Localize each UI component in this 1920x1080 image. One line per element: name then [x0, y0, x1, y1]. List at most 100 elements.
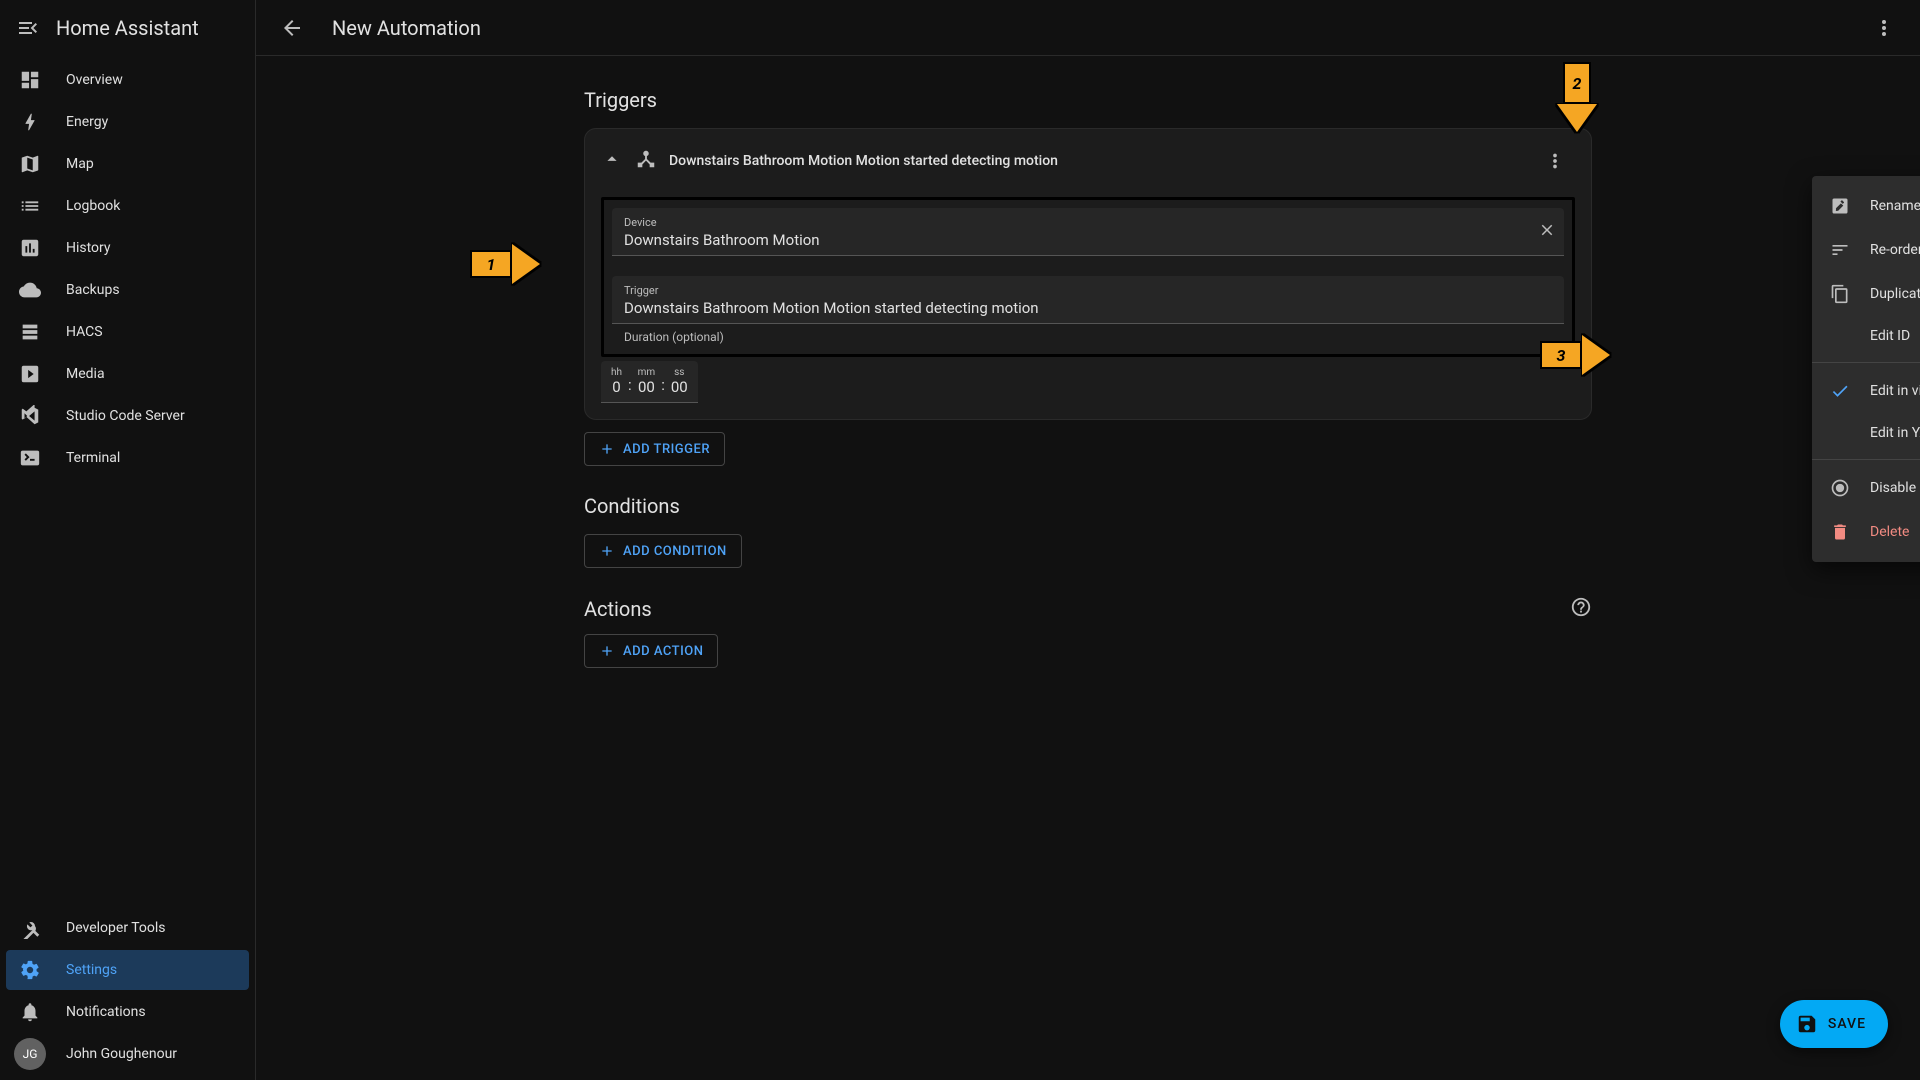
- menu-disable[interactable]: Disable: [1812, 466, 1920, 510]
- add-condition-button[interactable]: Add Condition: [584, 534, 742, 568]
- user-name: John Goughenour: [66, 1046, 177, 1062]
- add-trigger-button[interactable]: Add Trigger: [584, 432, 725, 466]
- sidebar-item-label: History: [66, 240, 111, 256]
- chart-icon: [18, 236, 42, 260]
- sidebar-item-terminal[interactable]: Terminal: [6, 438, 249, 478]
- sidebar-header: Home Assistant: [0, 0, 255, 56]
- gear-icon: [18, 958, 42, 982]
- sidebar-item-label: Energy: [66, 114, 108, 130]
- trigger-label: Trigger: [624, 284, 1552, 297]
- sidebar-nav: Overview Energy Map Logbook History Back…: [0, 56, 255, 902]
- overflow-button[interactable]: [1864, 8, 1904, 48]
- bell-icon: [18, 1000, 42, 1024]
- menu-label: Edit ID: [1870, 328, 1910, 344]
- menu-visual-editor[interactable]: Edit in visual editor: [1812, 369, 1920, 413]
- sidebar-item-label: Media: [66, 366, 105, 382]
- play-box-icon: [18, 362, 42, 386]
- sidebar-item-label: Map: [66, 156, 94, 172]
- save-icon: [1796, 1013, 1818, 1035]
- sidebar-item-label: Logbook: [66, 198, 120, 214]
- menu-reorder[interactable]: Re-order: [1812, 228, 1920, 272]
- hh-value: 0: [612, 378, 620, 396]
- sidebar-item-studio-code[interactable]: Studio Code Server: [6, 396, 249, 436]
- user-avatar: JG: [14, 1038, 46, 1070]
- triggers-heading: Triggers: [584, 88, 1592, 112]
- map-icon: [18, 152, 42, 176]
- menu-separator: [1812, 459, 1920, 460]
- highlighted-region: Device Downstairs Bathroom Motion Trigge…: [601, 197, 1575, 357]
- sidebar-item-overview[interactable]: Overview: [6, 60, 249, 100]
- copy-icon: [1830, 284, 1850, 304]
- topbar: New Automation: [256, 0, 1920, 56]
- hammer-icon: [18, 916, 42, 940]
- collapse-icon[interactable]: [601, 148, 623, 174]
- sidebar: Home Assistant Overview Energy Map Logbo…: [0, 0, 256, 1080]
- lightning-icon: [18, 110, 42, 134]
- ss-label: ss: [674, 367, 684, 378]
- menu-delete[interactable]: Delete: [1812, 510, 1920, 554]
- annotation-2: 2: [1557, 62, 1597, 132]
- device-hub-icon: [635, 148, 657, 174]
- sidebar-item-hacs[interactable]: HACS: [6, 312, 249, 352]
- app-title: Home Assistant: [56, 16, 199, 40]
- vscode-icon: [18, 404, 42, 428]
- menu-separator: [1812, 362, 1920, 363]
- list-icon: [18, 194, 42, 218]
- sidebar-item-notifications[interactable]: Notifications: [6, 992, 249, 1032]
- mm-label: mm: [638, 367, 656, 378]
- back-button[interactable]: [272, 8, 312, 48]
- sidebar-item-logbook[interactable]: Logbook: [6, 186, 249, 226]
- add-action-button[interactable]: Add Action: [584, 634, 718, 668]
- trigger-overflow-button[interactable]: [1535, 141, 1575, 181]
- device-value: Downstairs Bathroom Motion: [624, 229, 1552, 249]
- menu-label: Delete: [1870, 524, 1909, 540]
- sidebar-item-backups[interactable]: Backups: [6, 270, 249, 310]
- sidebar-item-label: HACS: [66, 324, 103, 340]
- menu-yaml[interactable]: Edit in YAML: [1812, 413, 1920, 453]
- trigger-field[interactable]: Trigger Downstairs Bathroom Motion Motio…: [612, 276, 1564, 324]
- menu-label: Edit in YAML: [1870, 425, 1920, 441]
- sidebar-item-label: Notifications: [66, 1004, 146, 1020]
- sidebar-item-history[interactable]: History: [6, 228, 249, 268]
- menu-edit-id[interactable]: Edit ID: [1812, 316, 1920, 356]
- sidebar-item-label: Studio Code Server: [66, 408, 185, 424]
- ss-value: 00: [671, 378, 688, 396]
- main: New Automation Triggers Downstairs Bathr…: [256, 0, 1920, 1080]
- annotation-3: 3: [1540, 335, 1610, 375]
- sidebar-bottom: Developer Tools Settings Notifications J…: [0, 902, 255, 1080]
- device-label: Device: [624, 216, 1552, 229]
- add-action-label: Add Action: [623, 644, 703, 659]
- pencil-box-icon: [1830, 196, 1850, 216]
- terminal-icon: [18, 446, 42, 470]
- menu-toggle-icon[interactable]: [16, 16, 40, 40]
- sidebar-item-user[interactable]: JG John Goughenour: [6, 1034, 249, 1074]
- help-icon[interactable]: [1570, 596, 1592, 622]
- sidebar-item-media[interactable]: Media: [6, 354, 249, 394]
- sidebar-item-energy[interactable]: Energy: [6, 102, 249, 142]
- trigger-card: Downstairs Bathroom Motion Motion starte…: [584, 128, 1592, 420]
- actions-heading: Actions: [584, 597, 652, 621]
- device-field[interactable]: Device Downstairs Bathroom Motion: [612, 208, 1564, 256]
- cloud-icon: [18, 278, 42, 302]
- sidebar-item-developer-tools[interactable]: Developer Tools: [6, 908, 249, 948]
- sidebar-item-label: Overview: [66, 72, 123, 88]
- add-trigger-label: Add Trigger: [623, 442, 710, 457]
- radio-off-icon: [1830, 478, 1850, 498]
- page-title: New Automation: [332, 16, 481, 40]
- clear-device-icon[interactable]: [1538, 221, 1556, 243]
- annotation-1: 1: [470, 244, 540, 284]
- trigger-context-menu: Rename Re-order Duplicate Edit ID Edit i…: [1812, 176, 1920, 562]
- menu-label: Re-order: [1870, 242, 1920, 258]
- duration-input[interactable]: hh0 : mm00 : ss00: [601, 361, 698, 403]
- save-button[interactable]: SAVE: [1780, 1000, 1888, 1048]
- sidebar-item-label: Backups: [66, 282, 120, 298]
- sidebar-item-map[interactable]: Map: [6, 144, 249, 184]
- menu-duplicate[interactable]: Duplicate: [1812, 272, 1920, 316]
- add-condition-label: Add Condition: [623, 544, 727, 559]
- hacs-icon: [18, 320, 42, 344]
- menu-label: Rename: [1870, 198, 1920, 214]
- sidebar-item-label: Settings: [66, 962, 117, 978]
- menu-rename[interactable]: Rename: [1812, 184, 1920, 228]
- sidebar-item-settings[interactable]: Settings: [6, 950, 249, 990]
- dashboard-icon: [18, 68, 42, 92]
